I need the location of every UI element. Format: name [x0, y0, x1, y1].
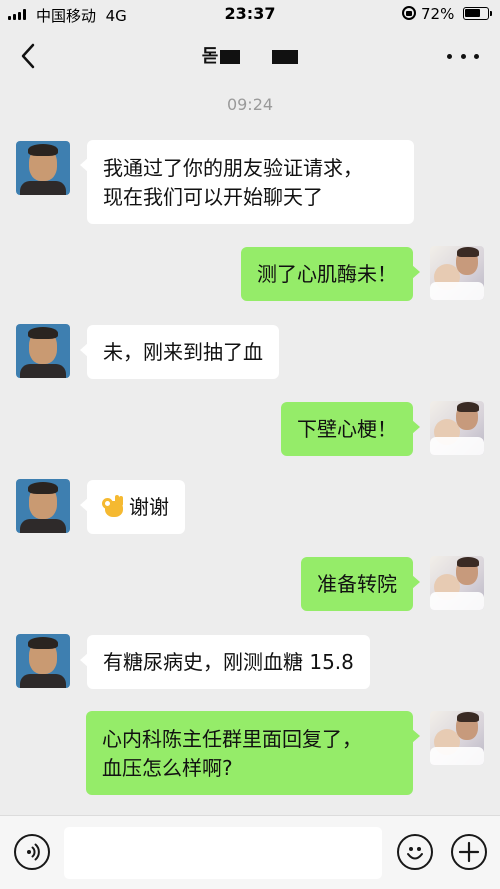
message-text: 未，刚来到抽了血	[103, 339, 263, 364]
message-bubble[interactable]: 未，刚来到抽了血	[80, 325, 279, 379]
status-bar: 中国移动 4G 23:37 72%	[0, 0, 500, 28]
my-avatar[interactable]	[430, 556, 484, 610]
contact-avatar[interactable]	[16, 479, 70, 533]
time-divider: 09:24	[226, 95, 274, 114]
battery-percent: 72%	[421, 5, 455, 23]
chat-title-text: 돋	[201, 46, 219, 67]
message-bubble[interactable]: 准备转院	[301, 557, 420, 611]
rotation-lock-icon	[402, 6, 416, 20]
message-text: 血压怎么样啊?	[102, 756, 233, 780]
my-avatar[interactable]	[430, 711, 484, 765]
message-text: 准备转院	[317, 571, 397, 596]
more-horizontal-icon	[447, 53, 452, 59]
battery-icon	[463, 7, 492, 20]
message-bubble[interactable]: 测了心肌酶未！	[241, 247, 420, 301]
more-dot	[474, 53, 479, 59]
my-avatar[interactable]	[430, 401, 484, 455]
message-bubble[interactable]: 心内科陈主任群里面回复了， 血压怎么样啊?	[86, 711, 420, 795]
message-text: 现在我们可以开始聊天了	[103, 185, 323, 209]
my-avatar[interactable]	[430, 246, 484, 300]
input-bar	[0, 815, 500, 889]
message-bubble[interactable]: 有糖尿病史，刚测血糖 15.8	[80, 635, 370, 689]
voice-icon	[27, 843, 40, 861]
battery-level	[465, 9, 480, 17]
add-button[interactable]	[451, 834, 487, 870]
more-button[interactable]	[447, 42, 479, 70]
name-redaction	[272, 50, 299, 64]
message-bubble[interactable]: 我通过了你的朋友验证请求， 现在我们可以开始聊天了	[80, 140, 414, 224]
message-text: 有糖尿病史，刚测血糖 15.8	[103, 649, 354, 674]
message-text: 下壁心梗！	[297, 416, 397, 441]
message-text: 我通过了你的朋友验证请求，	[103, 156, 363, 180]
message-bubble[interactable]: 下壁心梗！	[281, 402, 420, 456]
message-input[interactable]	[64, 827, 382, 879]
message-text: 心内科陈主任群里面回复了，	[102, 727, 362, 751]
ok-hand-icon	[101, 495, 125, 519]
contact-avatar[interactable]	[16, 634, 70, 688]
message-bubble[interactable]: 谢谢	[80, 480, 185, 534]
plus-circle-icon	[458, 841, 480, 863]
name-redaction	[220, 50, 241, 64]
emoji-icon	[407, 847, 423, 860]
message-text: 谢谢	[129, 494, 169, 519]
more-dot	[460, 53, 466, 59]
message-text: 测了心肌酶未！	[257, 261, 397, 286]
emoji-button[interactable]	[397, 834, 433, 870]
voice-button[interactable]	[14, 834, 50, 870]
nav-bar: 돋	[0, 28, 500, 84]
contact-avatar[interactable]	[16, 324, 70, 378]
chat-title: 돋	[0, 42, 500, 68]
contact-avatar[interactable]	[16, 141, 70, 195]
